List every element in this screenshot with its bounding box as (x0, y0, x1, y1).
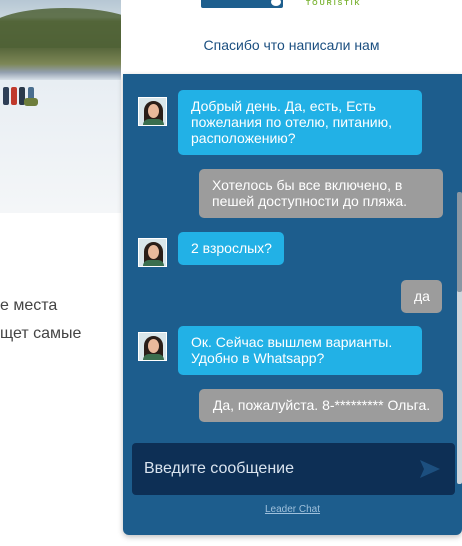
chat-panel: Добрый день. Да, есть, Есть пожелания по… (123, 74, 462, 535)
operator-message: Добрый день. Да, есть, Есть пожелания по… (178, 90, 422, 155)
operator-avatar (138, 238, 167, 267)
message-list[interactable]: Добрый день. Да, есть, Есть пожелания по… (123, 74, 457, 430)
background-text-line: щет самые (0, 325, 82, 342)
page: е места щет самые TOURISTIK Спасибо что … (0, 0, 462, 546)
message-composer (132, 443, 455, 495)
operator-message: Ок. Сейчас вышлем варианты. Удобно в Wha… (178, 326, 422, 375)
user-message: Хотелось бы все включено, в пешей доступ… (199, 169, 443, 218)
header-title: Спасибо что написали нам (203, 37, 380, 53)
operator-message: 2 взрослых? (178, 232, 284, 265)
logo-text: TOURISTIK (306, 0, 362, 7)
background-photo (0, 0, 121, 213)
operator-avatar (138, 332, 167, 361)
chat-header: TOURISTIK Спасибо что написали нам (121, 0, 462, 74)
leader-chat-link[interactable]: Leader Chat (123, 504, 462, 515)
background-text-line: е места (0, 297, 58, 314)
scrollbar-thumb[interactable] (457, 192, 462, 292)
operator-avatar (138, 97, 167, 126)
user-message: Да, пожалуйста. 8-********* Ольга. (199, 389, 443, 422)
user-message: да (401, 280, 442, 313)
message-input[interactable] (132, 443, 402, 495)
send-arrow-icon[interactable] (419, 459, 441, 479)
